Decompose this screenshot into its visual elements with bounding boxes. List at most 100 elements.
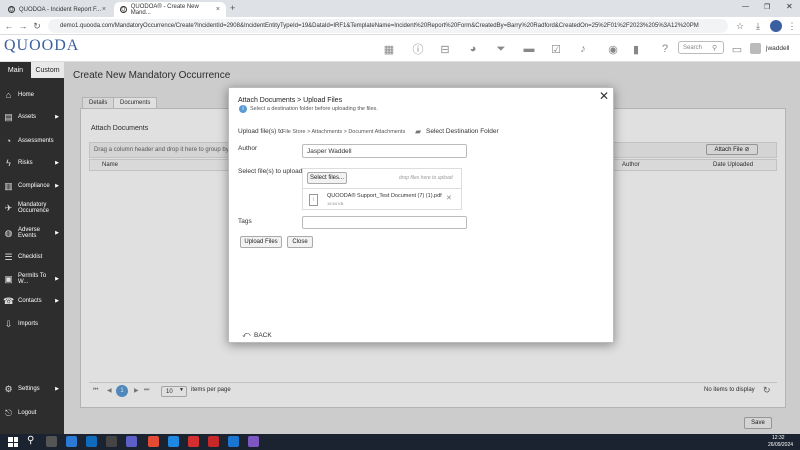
chevron-right-icon: ▶ [55,114,59,120]
app-icon[interactable] [168,436,179,447]
inbox-icon[interactable]: ⊟ [438,42,452,56]
sidebar-item-home[interactable]: ⌂ Home [0,86,64,104]
sidebar-item-label: Assets [18,113,37,120]
file-size: 19.54 KB [327,201,344,206]
profile-avatar[interactable] [770,20,782,32]
chevron-right-icon: ▶ [55,386,59,392]
select-files-button[interactable]: Select files... [307,172,347,184]
tags-field[interactable] [302,216,467,229]
maximize-icon[interactable]: ❐ [764,3,770,11]
quooda-logo[interactable]: QUOODA [4,37,79,55]
sidebar-item-logout[interactable]: ⎋ Logout [0,405,64,421]
checkbox-icon[interactable]: ☑ [549,42,563,56]
upload-dropzone[interactable]: Select files... drop files here to uploa… [302,168,462,210]
help-icon[interactable]: ? [658,42,672,56]
sidebar-item-adverse-events[interactable]: ◍ Adverse Events ▶ [0,224,64,242]
windows-start-icon[interactable] [8,437,18,447]
tab-main[interactable]: Main [0,62,31,78]
browser-tab-bar: Q QUODOA - Incident Report F... × Q QUOD… [0,0,800,17]
sidebar-item-label: Contacts [18,297,42,304]
download-icon[interactable]: ⤓ [752,20,764,32]
back-link[interactable]: BACK [254,332,272,339]
file-list-item: ⌇ QUOODA® Support_Test Document (7) (1).… [303,188,461,210]
checklist-icon: ☰ [4,251,13,262]
author-field[interactable]: Jasper Waddell [302,144,467,158]
new-tab-icon[interactable]: + [230,3,235,13]
briefcase-icon: ▤ [4,111,13,122]
chrome-icon[interactable] [148,436,159,447]
upload-to-label: Upload file(s) to [238,128,284,135]
username[interactable]: jwaddell [766,45,790,52]
minimize-icon[interactable]: — [742,3,749,10]
reload-icon[interactable]: ↻ [31,20,43,32]
screen-share-icon[interactable]: ▭ [730,42,744,56]
outlook-icon[interactable] [86,436,97,447]
home-icon: ⌂ [5,90,12,100]
close-button[interactable]: Close [287,236,313,248]
app-header: QUOODA ▦ ⓘ ⊟ ◕ ⏷ ▬ ☑ ♪ ◉ ▮ ? Search ⚲ ▭ … [0,35,800,62]
browser-tab-active[interactable]: Q QUODOA® - Create New Mand... × [114,2,226,17]
sidebar-item-permits-to-w[interactable]: ▣ Permits To W... ▶ [0,270,64,288]
browser-tab[interactable]: Q QUODOA - Incident Report F... × [2,2,112,17]
bolt-icon: ϟ [6,158,11,168]
back-arrow-icon[interactable]: ← [3,20,15,32]
task-view-icon[interactable] [46,436,57,447]
sidebar-item-mandatory-occurrence[interactable]: ✈ Mandatory Occurrence [0,199,64,217]
chevron-right-icon: ▶ [55,230,59,236]
pie-chart-icon[interactable]: ◕ [466,42,480,56]
pdf-app-icon[interactable] [208,436,219,447]
dialog-info: Select a destination folder before uploa… [250,106,378,112]
teams-icon[interactable] [126,436,137,447]
eye-icon[interactable]: ◉ [606,42,620,56]
select-files-label: Select file(s) to upload [238,168,303,175]
upload-files-dialog: Attach Documents > Upload Files i Select… [228,87,614,343]
sidebar-item-risks[interactable]: ϟ Risks ▶ [0,154,64,172]
pdf-file-icon: ⌇ [309,194,318,206]
windows-taskbar: ⚲ 12:32 26/09/2024 [0,434,800,450]
browser-tab-label: QUODOA® - Create New Mand... [130,3,199,16]
sidebar-item-assessments[interactable]: ◔ Assessments [0,132,64,150]
chevron-right-icon: ▶ [55,160,59,166]
bookmark-star-icon[interactable]: ☆ [734,20,746,32]
sidebar-item-label: Permits To W... [18,272,47,285]
close-tab-icon[interactable]: × [102,6,106,13]
select-destination-folder-link[interactable]: Select Destination Folder [426,128,499,135]
app-icon[interactable] [248,436,259,447]
browser-menu-icon[interactable]: ⋮ [786,20,798,32]
bookmark-icon[interactable]: ▮ [629,42,643,56]
close-icon[interactable]: ✕ [599,89,609,103]
url-field[interactable]: demo1.quooda.com/MandatoryOccurrence/Cre… [48,19,728,33]
back-arrow-icon[interactable]: ⤺ [242,330,251,340]
close-tab-icon[interactable]: × [216,6,220,13]
sidebar-item-checklist[interactable]: ☰ Checklist [0,248,64,266]
acrobat-icon[interactable] [188,436,199,447]
avatar[interactable] [750,43,761,54]
tab-custom[interactable]: Custom [31,62,64,78]
sidebar-item-compliance[interactable]: ▥ Compliance ▶ [0,177,64,195]
bell-icon[interactable]: ♪ [576,42,590,56]
calendar-icon[interactable]: ▦ [382,42,396,56]
file-name: QUOODA® Support_Test Document (7) (1).pd… [327,193,442,199]
folder-icon[interactable]: ▬ [522,42,536,56]
info-icon[interactable]: ⓘ [411,42,425,56]
edge-icon[interactable] [66,436,77,447]
sidebar-item-assets[interactable]: ▤ Assets ▶ [0,108,64,126]
clock-date[interactable]: 26/09/2024 [768,442,793,448]
clock-time[interactable]: 12:32 [772,435,785,441]
sidebar-item-label: Imports [18,320,39,327]
search-icon[interactable]: ⚲ [712,44,717,52]
folder-icon[interactable]: ▰ [415,127,421,136]
sidebar-item-label: Settings [18,386,40,392]
search-icon[interactable]: ⚲ [27,435,34,446]
close-window-icon[interactable]: ✕ [786,2,793,11]
filter-icon[interactable]: ⏷ [494,42,508,56]
forward-arrow-icon[interactable]: → [17,20,29,32]
file-explorer-icon[interactable] [106,436,117,447]
sidebar-item-contacts[interactable]: ☎ Contacts ▶ [0,292,64,310]
word-icon[interactable] [228,436,239,447]
sidebar-item-imports[interactable]: ⇩ Imports [0,315,64,333]
chevron-right-icon: ▶ [55,298,59,304]
sidebar-item-settings[interactable]: ⚙ Settings ▶ [0,381,64,397]
upload-files-button[interactable]: Upload Files [240,236,282,248]
remove-file-icon[interactable]: ✕ [446,194,452,202]
